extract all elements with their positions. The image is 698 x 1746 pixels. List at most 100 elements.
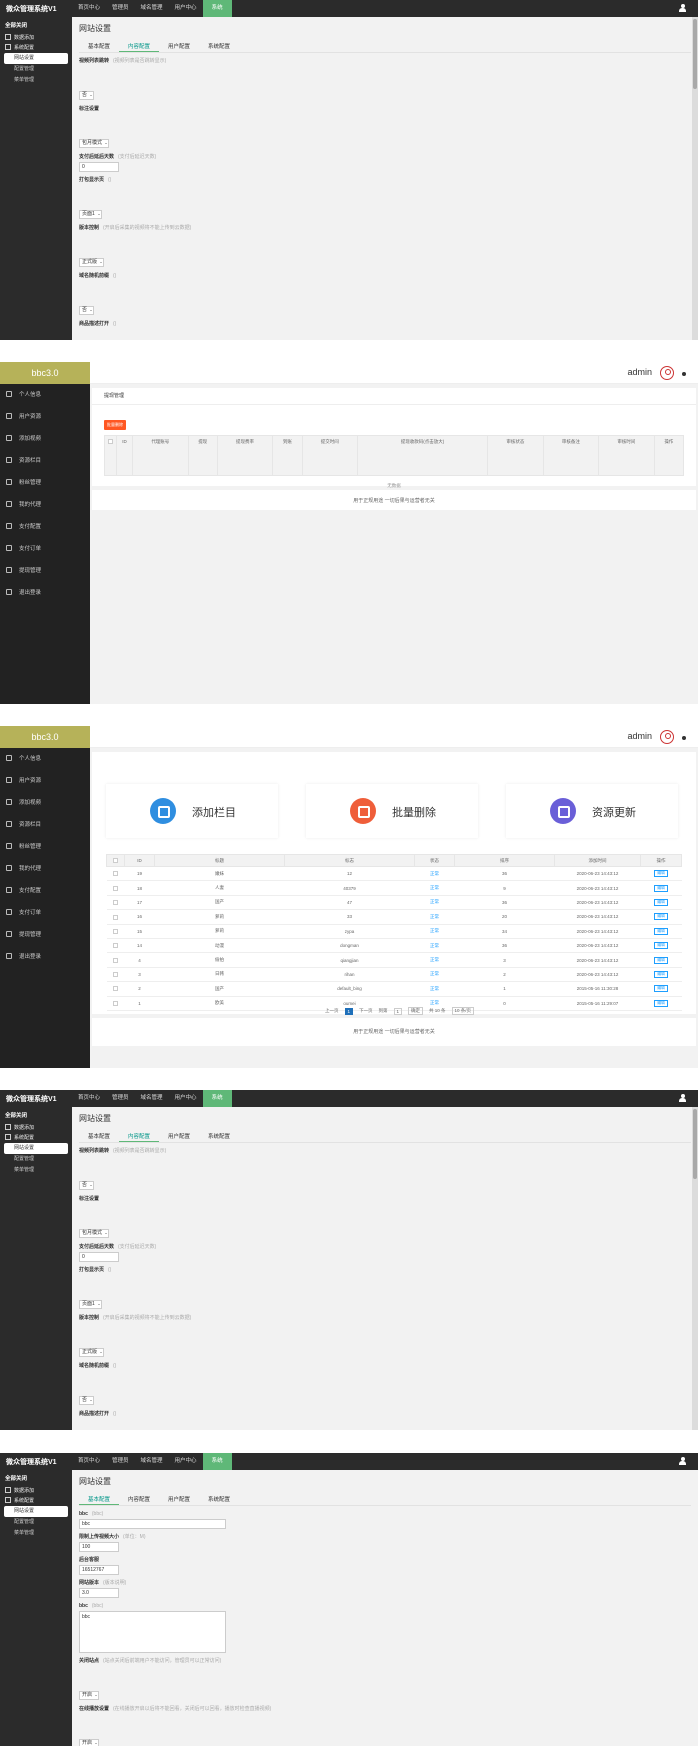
- edit-button[interactable]: 编辑: [654, 999, 668, 1007]
- field-textarea[interactable]: bbc: [79, 1611, 226, 1653]
- sidebar-item-menu[interactable]: 菜单管理: [0, 75, 72, 86]
- sidebar-item-menu[interactable]: 菜单管理: [0, 1528, 72, 1539]
- field-select[interactable]: 开启: [79, 1739, 100, 1746]
- sidebar-group-data[interactable]: 数据添加: [0, 1486, 72, 1496]
- sidebar-item[interactable]: 支付订单: [0, 902, 90, 924]
- edit-button[interactable]: 编辑: [654, 870, 668, 878]
- sidebar-item-menu[interactable]: 菜单管理: [0, 1165, 72, 1176]
- collapse-all-link[interactable]: 全部关闭: [0, 1110, 72, 1123]
- topnav-system[interactable]: 系统: [202, 1453, 232, 1470]
- sidebar-item[interactable]: 提现管理: [0, 924, 90, 946]
- sidebar-item[interactable]: 资源栏目: [0, 450, 90, 472]
- edit-button[interactable]: 编辑: [654, 956, 668, 964]
- sidebar-item-config[interactable]: 配置管理: [0, 64, 72, 75]
- row-checkbox[interactable]: [113, 885, 118, 891]
- sidebar-item[interactable]: 资源栏目: [0, 814, 90, 836]
- field-select[interactable]: 正式版: [79, 1348, 105, 1357]
- tab-basic[interactable]: 基本配置: [79, 41, 119, 52]
- sidebar-item-config[interactable]: 配置管理: [0, 1517, 72, 1528]
- tab-user[interactable]: 用户配置: [159, 1131, 199, 1142]
- batch-delete-card[interactable]: 批量删除: [306, 784, 478, 838]
- admin-name[interactable]: admin: [627, 367, 652, 377]
- sidebar-group-system[interactable]: 系统配置: [0, 1133, 72, 1143]
- tab-content[interactable]: 内容配置: [119, 1494, 159, 1505]
- pager-next[interactable]: 下一页: [359, 1008, 373, 1014]
- row-checkbox[interactable]: [113, 943, 118, 949]
- pager-confirm-button[interactable]: 确定: [408, 1007, 424, 1015]
- row-checkbox[interactable]: [113, 914, 118, 920]
- sidebar-item[interactable]: 粉丝管理: [0, 472, 90, 494]
- sidebar-item[interactable]: 我的代理: [0, 494, 90, 516]
- tab-content[interactable]: 内容配置: [119, 41, 160, 52]
- field-input[interactable]: bbc: [79, 1519, 226, 1529]
- select-all-checkbox[interactable]: [106, 854, 125, 867]
- field-select[interactable]: 开启: [79, 1691, 100, 1700]
- sidebar-item-site-settings[interactable]: 网站设置: [4, 1143, 68, 1154]
- field-input[interactable]: 100: [79, 1542, 119, 1552]
- edit-button[interactable]: 编辑: [654, 985, 668, 993]
- row-checkbox[interactable]: [113, 957, 118, 963]
- field-select[interactable]: 页面1: [79, 210, 102, 219]
- field-input[interactable]: 0: [79, 162, 119, 172]
- field-select[interactable]: 包月模式: [79, 1229, 110, 1238]
- edit-button[interactable]: 编辑: [654, 927, 668, 935]
- scrollbar[interactable]: [692, 1107, 698, 1430]
- add-column-card[interactable]: 添加栏目: [106, 784, 278, 838]
- tab-user[interactable]: 用户配置: [159, 1494, 199, 1505]
- row-checkbox[interactable]: [113, 986, 118, 992]
- field-select[interactable]: 否: [79, 91, 95, 100]
- field-input[interactable]: 16512767: [79, 1565, 119, 1575]
- topnav-home[interactable]: 首页中心: [72, 1090, 106, 1107]
- row-checkbox[interactable]: [113, 972, 118, 978]
- sidebar-group-data[interactable]: 数据添加: [0, 1123, 72, 1133]
- topnav-system[interactable]: 系统: [202, 1090, 232, 1107]
- row-checkbox[interactable]: [113, 871, 118, 877]
- topnav-home[interactable]: 首页中心: [72, 0, 106, 17]
- tab-user[interactable]: 用户配置: [159, 41, 199, 52]
- sidebar-item[interactable]: 我的代理: [0, 858, 90, 880]
- row-checkbox[interactable]: [113, 900, 118, 906]
- topnav-admins[interactable]: 管理员: [106, 0, 135, 17]
- topnav-domains[interactable]: 域名管理: [135, 0, 169, 17]
- edit-button[interactable]: 编辑: [654, 970, 668, 978]
- tab-system[interactable]: 系统配置: [199, 41, 239, 52]
- edit-button[interactable]: 编辑: [654, 884, 668, 892]
- sidebar-item-site-settings[interactable]: 网站设置: [4, 1506, 68, 1517]
- batch-delete-button[interactable]: 批量删除: [104, 420, 126, 430]
- sidebar-item[interactable]: 退出登录: [0, 582, 90, 604]
- field-select[interactable]: 否: [79, 1181, 95, 1190]
- topnav-domains[interactable]: 域名管理: [135, 1090, 169, 1107]
- admin-name[interactable]: admin: [627, 731, 652, 741]
- user-icon[interactable]: [679, 1094, 686, 1102]
- sidebar-item[interactable]: 支付配置: [0, 516, 90, 538]
- sidebar-item[interactable]: 退出登录: [0, 946, 90, 968]
- sidebar-item[interactable]: 用户资源: [0, 406, 90, 428]
- field-select[interactable]: 包月模式: [79, 139, 110, 148]
- user-icon[interactable]: [679, 1457, 686, 1465]
- sidebar-item[interactable]: 个人信息: [0, 748, 90, 770]
- more-dot-icon[interactable]: [682, 372, 686, 376]
- avatar[interactable]: [660, 366, 674, 380]
- edit-button[interactable]: 编辑: [654, 942, 668, 950]
- sidebar-item-config[interactable]: 配置管理: [0, 1154, 72, 1165]
- topnav-home[interactable]: 首页中心: [72, 1453, 106, 1470]
- field-select[interactable]: 页面1: [79, 1300, 102, 1309]
- topnav-system[interactable]: 系统: [202, 0, 232, 17]
- resource-update-card[interactable]: 资源更新: [506, 784, 678, 838]
- row-checkbox[interactable]: [113, 1000, 118, 1006]
- tab-content[interactable]: 内容配置: [119, 1131, 160, 1142]
- tab-basic[interactable]: 基本配置: [79, 1494, 120, 1505]
- sidebar-item[interactable]: 个人信息: [0, 384, 90, 406]
- user-icon[interactable]: [679, 4, 686, 12]
- tab-system[interactable]: 系统配置: [199, 1494, 239, 1505]
- field-select[interactable]: 否: [79, 306, 95, 315]
- sidebar-item[interactable]: 添加视频: [0, 792, 90, 814]
- avatar[interactable]: [660, 730, 674, 744]
- sidebar-item[interactable]: 支付配置: [0, 880, 90, 902]
- sidebar-item[interactable]: 用户资源: [0, 770, 90, 792]
- edit-button[interactable]: 编辑: [654, 898, 668, 906]
- sidebar-item[interactable]: 添加视频: [0, 428, 90, 450]
- topnav-admins[interactable]: 管理员: [106, 1090, 135, 1107]
- select-all-checkbox[interactable]: [104, 435, 117, 476]
- field-select[interactable]: 否: [79, 1396, 95, 1405]
